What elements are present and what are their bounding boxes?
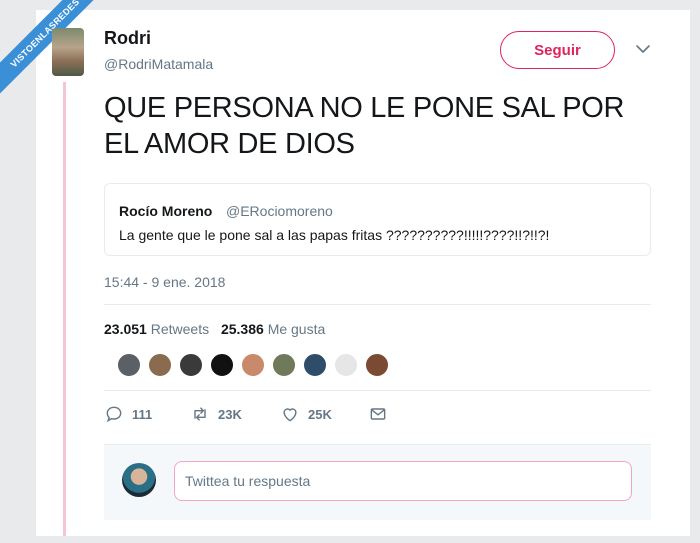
likes-count[interactable]: 25.386 — [221, 321, 264, 337]
liker-avatar[interactable] — [240, 352, 266, 378]
tweet-text: QUE PERSONA NO LE PONE SAL POR EL AMOR D… — [104, 92, 625, 160]
current-user-avatar — [122, 463, 156, 497]
reply-input[interactable]: Twittea tu respuesta — [174, 461, 632, 501]
liker-avatar[interactable] — [209, 352, 235, 378]
avatar[interactable] — [52, 28, 84, 76]
retweets-count[interactable]: 23.051 — [104, 321, 147, 337]
retweet-count: 23K — [218, 406, 242, 422]
heart-icon — [283, 408, 297, 422]
likes-label[interactable]: Me gusta — [268, 321, 326, 337]
liker-avatar[interactable] — [302, 352, 328, 378]
chevron-down-icon[interactable] — [634, 40, 652, 58]
liker-avatar[interactable] — [364, 352, 390, 378]
divider — [104, 304, 651, 305]
reply-button[interactable]: 111 — [104, 404, 152, 424]
thread-line — [63, 82, 66, 536]
like-count: 25K — [308, 406, 332, 422]
reply-box: Twittea tu respuesta — [104, 444, 651, 520]
retweet-icon — [194, 407, 206, 421]
timestamp[interactable]: 15:44 - 9 ene. 2018 — [104, 274, 225, 290]
envelope-icon — [370, 408, 386, 420]
liker-avatar[interactable] — [333, 352, 359, 378]
retweets-label[interactable]: Retweets — [151, 321, 209, 337]
direct-message-button[interactable] — [368, 404, 388, 424]
user-handle[interactable]: @RodriMatamala — [104, 56, 213, 72]
reply-placeholder: Twittea tu respuesta — [185, 473, 311, 489]
like-button[interactable]: 25K — [280, 404, 332, 424]
follow-button-label: Seguir — [534, 41, 581, 59]
liker-avatar[interactable] — [271, 352, 297, 378]
liker-avatar[interactable] — [147, 352, 173, 378]
follow-button[interactable]: Seguir — [500, 31, 615, 69]
quoted-tweet-text: La gente que le pone sal a las papas fri… — [119, 227, 550, 243]
quoted-user-handle: @ERociomoreno — [226, 203, 333, 219]
divider — [104, 390, 651, 391]
quoted-user-name: Rocío Moreno — [119, 203, 213, 219]
user-name[interactable]: Rodri — [104, 28, 151, 49]
quoted-tweet[interactable]: Rocío Moreno @ERociomoreno La gente que … — [104, 183, 651, 256]
retweet-button[interactable]: 23K — [190, 404, 242, 424]
liker-avatar[interactable] — [178, 352, 204, 378]
reply-icon — [106, 406, 122, 423]
engagement-stats: 23.051 Retweets 25.386 Me gusta — [104, 321, 333, 337]
reply-count: 111 — [132, 406, 153, 422]
liker-avatar[interactable] — [116, 352, 142, 378]
